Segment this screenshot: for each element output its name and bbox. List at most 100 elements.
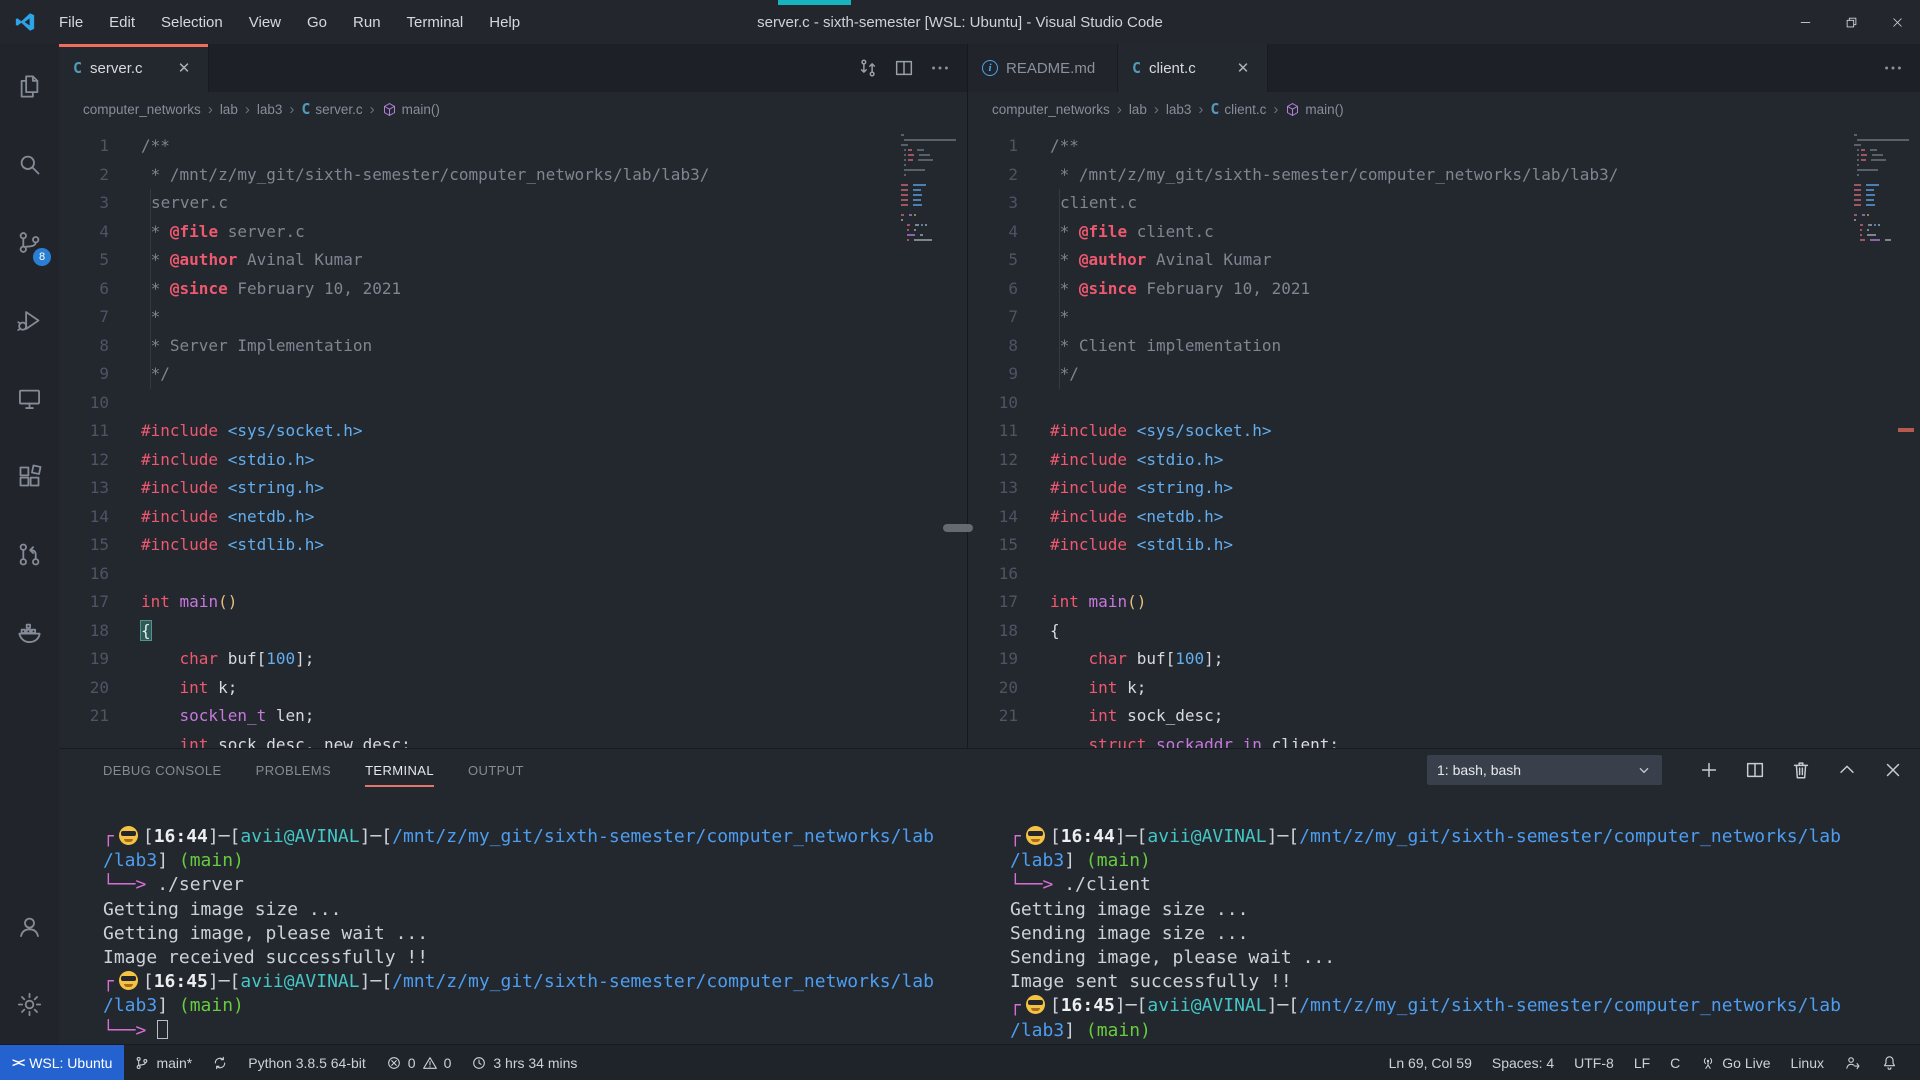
breadcrumb-symbol[interactable]: main() bbox=[1285, 102, 1343, 117]
panel-tab-terminal[interactable]: TERMINAL bbox=[365, 749, 434, 791]
menu-file[interactable]: File bbox=[46, 0, 96, 44]
menu-selection[interactable]: Selection bbox=[148, 0, 236, 44]
activity-search[interactable] bbox=[0, 128, 59, 200]
chevron-down-icon bbox=[1636, 762, 1652, 778]
panel-tab-output[interactable]: OUTPUT bbox=[468, 749, 524, 791]
menu-run[interactable]: Run bbox=[340, 0, 394, 44]
minimap[interactable] bbox=[1854, 134, 1912, 244]
activity-docker[interactable] bbox=[0, 596, 59, 668]
tab-README.md[interactable]: iREADME.md bbox=[968, 44, 1118, 92]
activity-extensions[interactable] bbox=[0, 440, 59, 512]
terminal-line: ┌[16:44]─[avii@AVINAL]─[/mnt/z/my_git/si… bbox=[103, 825, 985, 849]
branch-label: main* bbox=[156, 1055, 192, 1071]
minimize-button[interactable] bbox=[1782, 0, 1828, 44]
code-line: char buf[100]; bbox=[141, 645, 967, 674]
statusbar-eol[interactable]: LF bbox=[1624, 1045, 1660, 1080]
close-icon[interactable]: ✕ bbox=[1233, 58, 1253, 78]
split-sash-handle[interactable] bbox=[943, 524, 973, 532]
terminal-line: /lab3] (main) bbox=[1010, 849, 1915, 873]
code-line: * Server Implementation bbox=[141, 332, 967, 361]
close-panel-icon[interactable] bbox=[1882, 759, 1904, 781]
breadcrumb-item[interactable]: lab bbox=[220, 102, 238, 117]
close-button[interactable] bbox=[1874, 0, 1920, 44]
breadcrumb-file[interactable]: Cserver.c bbox=[301, 100, 362, 118]
tab-server.c[interactable]: Cserver.c✕ bbox=[59, 44, 209, 92]
statusbar-encoding[interactable]: UTF-8 bbox=[1564, 1045, 1624, 1080]
terminal-picker-dropdown[interactable]: 1: bash, bash bbox=[1427, 755, 1662, 785]
label: LF bbox=[1634, 1055, 1650, 1071]
statusbar-go-live[interactable]: Go Live bbox=[1690, 1045, 1780, 1080]
restore-button[interactable] bbox=[1828, 0, 1874, 44]
more-icon[interactable] bbox=[929, 57, 951, 79]
activity-remote-explorer[interactable] bbox=[0, 362, 59, 434]
menu-view[interactable]: View bbox=[236, 0, 294, 44]
menu-help[interactable]: Help bbox=[476, 0, 533, 44]
window-controls bbox=[1782, 0, 1920, 44]
statusbar-notifications[interactable] bbox=[1871, 1045, 1908, 1080]
kill-terminal-icon[interactable] bbox=[1790, 759, 1812, 781]
code-line: int sock_desc, new_desc; bbox=[141, 731, 967, 749]
open-changes-icon[interactable] bbox=[857, 57, 879, 79]
split-editor-icon[interactable] bbox=[893, 57, 915, 79]
minimap-line bbox=[1854, 204, 1912, 206]
panel-tab-problems[interactable]: PROBLEMS bbox=[256, 749, 331, 791]
minimap-line bbox=[1854, 154, 1912, 156]
statusbar-feedback[interactable] bbox=[1834, 1045, 1871, 1080]
maximize-panel-icon[interactable] bbox=[1836, 759, 1858, 781]
more-icon[interactable] bbox=[1882, 57, 1904, 79]
close-icon[interactable]: ✕ bbox=[174, 58, 194, 78]
activity-explorer[interactable] bbox=[0, 50, 59, 122]
terminal-left[interactable]: ┌[16:44]─[avii@AVINAL]─[/mnt/z/my_git/si… bbox=[103, 791, 985, 1045]
breadcrumb: computer_networks›lab›lab3›Cclient.c›mai… bbox=[968, 92, 1920, 126]
minimap[interactable] bbox=[901, 134, 959, 244]
activity-settings-gear[interactable] bbox=[0, 968, 59, 1040]
activity-account[interactable] bbox=[0, 890, 59, 962]
sunglasses-emoji bbox=[1026, 995, 1045, 1014]
code-area[interactable]: 123456789101112131415161718192021/** * /… bbox=[59, 126, 967, 748]
statusbar-indentation[interactable]: Spaces: 4 bbox=[1482, 1045, 1564, 1080]
breadcrumb-item[interactable]: lab3 bbox=[1166, 102, 1192, 117]
statusbar-cursor-position[interactable]: Ln 69, Col 59 bbox=[1379, 1045, 1482, 1080]
menu-edit[interactable]: Edit bbox=[96, 0, 148, 44]
activity-source-control[interactable]: 8 bbox=[0, 206, 59, 278]
editor-group-right: iREADME.mdCclient.c✕computer_networks›la… bbox=[967, 44, 1920, 748]
sunglasses-emoji bbox=[119, 971, 138, 990]
minimap-line bbox=[901, 134, 959, 136]
code-line: #include <stdlib.h> bbox=[141, 531, 967, 560]
terminal-line: Sending image, please wait ... bbox=[1010, 946, 1915, 970]
breadcrumb-symbol[interactable]: main() bbox=[382, 102, 440, 117]
terminal-right[interactable]: ┌[16:44]─[avii@AVINAL]─[/mnt/z/my_git/si… bbox=[1010, 791, 1915, 1045]
breadcrumb-item[interactable]: computer_networks bbox=[992, 102, 1110, 117]
menu-terminal[interactable]: Terminal bbox=[394, 0, 477, 44]
code-line: #include <netdb.h> bbox=[141, 503, 967, 532]
minimap-line bbox=[1854, 174, 1912, 176]
activity-github-pr[interactable] bbox=[0, 518, 59, 590]
new-terminal-icon[interactable] bbox=[1698, 759, 1720, 781]
statusbar-language-mode[interactable]: C bbox=[1660, 1045, 1690, 1080]
chevron-right-icon: › bbox=[1198, 101, 1203, 118]
tab-client.c[interactable]: Cclient.c✕ bbox=[1118, 44, 1268, 92]
statusbar-time-tracker[interactable]: 3 hrs 34 mins bbox=[461, 1045, 587, 1080]
minimap-line bbox=[901, 194, 959, 196]
statusbar-remote-indicator[interactable]: ><WSL: Ubuntu bbox=[0, 1045, 124, 1080]
breadcrumb-item[interactable]: computer_networks bbox=[83, 102, 201, 117]
breadcrumb-item[interactable]: lab3 bbox=[257, 102, 283, 117]
activity-run-debug[interactable] bbox=[0, 284, 59, 356]
panel-tab-debug-console[interactable]: DEBUG CONSOLE bbox=[103, 749, 222, 791]
code-area[interactable]: 123456789101112131415161718192021/** * /… bbox=[968, 126, 1920, 748]
label: Linux bbox=[1791, 1055, 1824, 1071]
statusbar-git-branch[interactable]: main* bbox=[124, 1045, 202, 1080]
breadcrumb-item[interactable]: lab bbox=[1129, 102, 1147, 117]
minimap-line bbox=[1854, 144, 1912, 146]
code-line: struct sockaddr_in client; bbox=[1050, 731, 1920, 749]
statusbar-os-distro[interactable]: Linux bbox=[1781, 1045, 1834, 1080]
statusbar-problems[interactable]: 00 bbox=[376, 1045, 462, 1080]
menu-go[interactable]: Go bbox=[294, 0, 340, 44]
breadcrumb-file[interactable]: Cclient.c bbox=[1210, 100, 1266, 118]
code-line: #include <stdio.h> bbox=[1050, 446, 1920, 475]
split-terminal-icon[interactable] bbox=[1744, 759, 1766, 781]
minimap-line bbox=[1854, 209, 1912, 211]
minimap-line bbox=[1854, 134, 1912, 136]
statusbar-python-interpreter[interactable]: Python 3.8.5 64-bit bbox=[238, 1045, 376, 1080]
statusbar-sync[interactable] bbox=[202, 1045, 238, 1080]
